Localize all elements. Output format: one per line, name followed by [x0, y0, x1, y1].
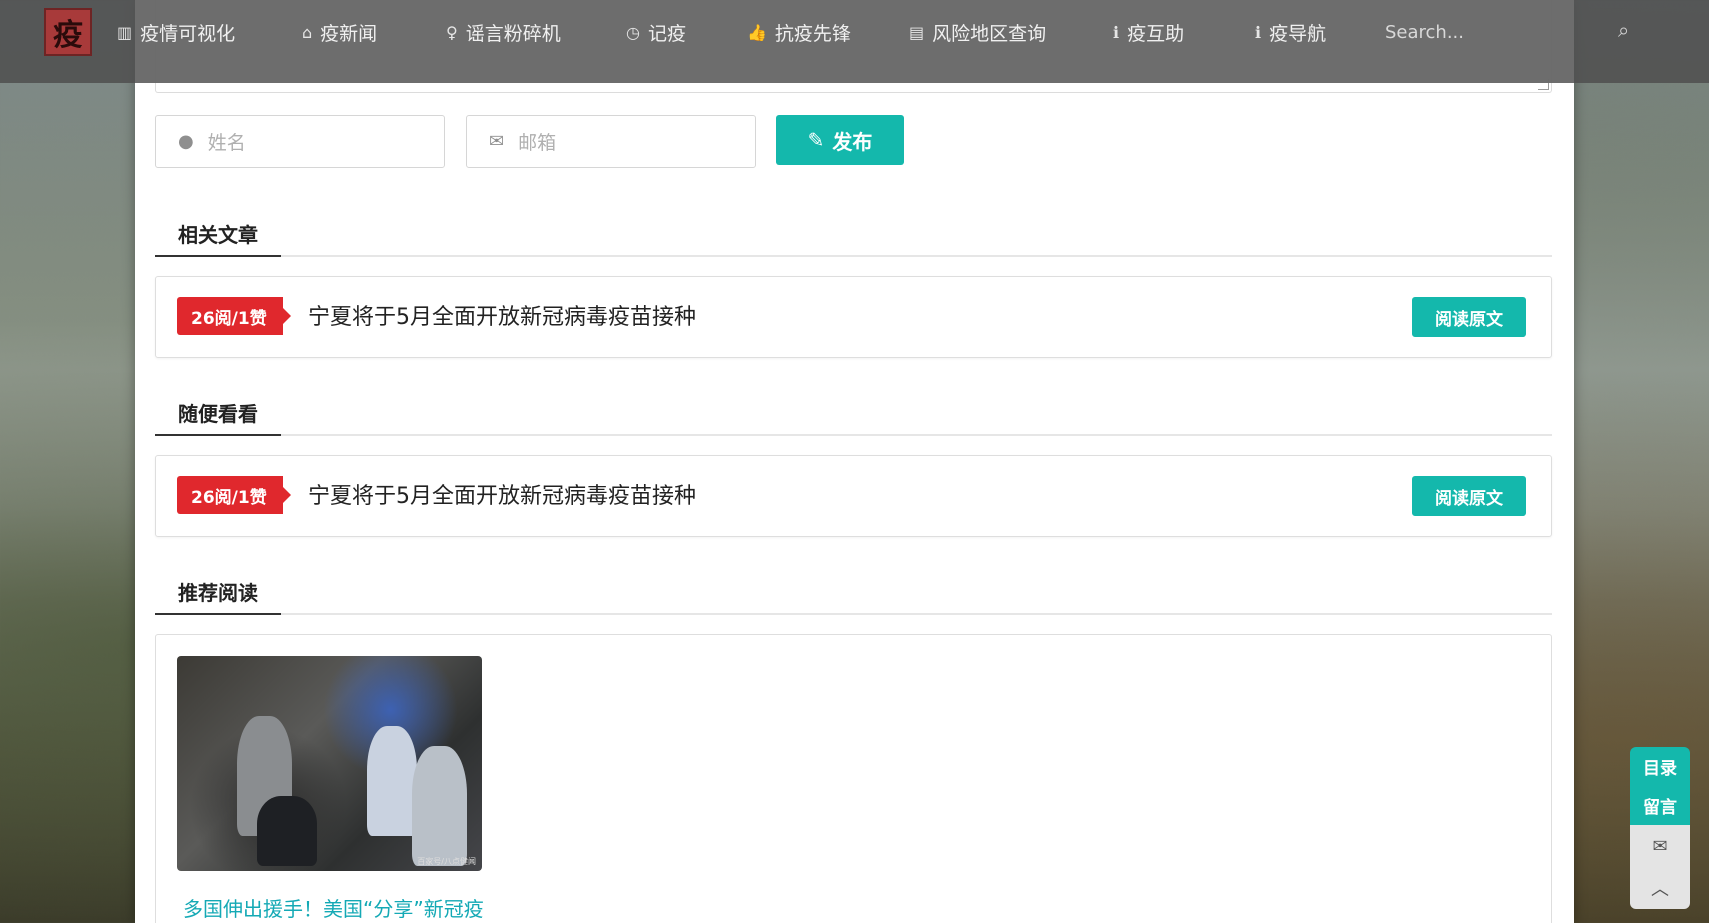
related-articles-header: 相关文章 [155, 209, 1552, 257]
email-placeholder: 邮箱 [518, 132, 557, 154]
site-logo[interactable]: 疫 [44, 8, 92, 56]
nav-label: 风险地区查询 [932, 22, 1047, 45]
related-article-card: 26阅/1赞 宁夏将于5月全面开放新冠病毒疫苗接种 阅读原文 [155, 276, 1552, 358]
recommended-header: 推荐阅读 [155, 567, 1552, 615]
back-to-top-icon[interactable]: ︿ [1630, 867, 1690, 909]
wechat-icon[interactable]: ✉ [1630, 825, 1690, 867]
top-navbar: 疫 ▥ 疫情可视化 ⌂ 疫新闻 ♀ 谣言粉碎机 ◷ 记疫 👍 抗疫先锋 ▤ 风险… [0, 0, 1709, 83]
bar-chart-icon: ▥ [117, 22, 133, 42]
nav-label: 疫互助 [1127, 22, 1185, 45]
email-field[interactable]: ✉ 邮箱 [466, 115, 756, 168]
read-original-button[interactable]: 阅读原文 [1412, 476, 1526, 516]
nav-item-heroes[interactable]: 👍 抗疫先锋 [747, 18, 851, 46]
main-content: ● 姓名 ✉ 邮箱 ✎ 发布 相关文章 26阅/1赞 宁夏将于5月全面开放新冠病… [135, 0, 1574, 923]
section-title: 推荐阅读 [178, 581, 258, 605]
search-input[interactable]: Search... [1385, 18, 1625, 46]
image-watermark: 百家号/八点健闻 [417, 857, 476, 866]
section-title: 随便看看 [178, 402, 258, 426]
nav-label: 疫情可视化 [140, 22, 236, 45]
nav-item-mutual-aid[interactable]: ℹ 疫互助 [1113, 18, 1184, 46]
nav-label: 记疫 [647, 22, 686, 45]
info-icon: ℹ [1113, 22, 1120, 42]
comment-button[interactable]: 留言 [1630, 786, 1690, 825]
nav-label: 抗疫先锋 [774, 22, 851, 45]
name-field[interactable]: ● 姓名 [155, 115, 445, 168]
views-likes-badge: 26阅/1赞 [177, 476, 291, 514]
nav-label: 疫新闻 [320, 22, 378, 45]
home-icon: ⌂ [302, 22, 313, 42]
recommended-title-link[interactable]: 多国伸出援手！美国“分享”新冠疫 [183, 893, 484, 922]
nav-item-rumor-buster[interactable]: ♀ 谣言粉碎机 [446, 18, 561, 46]
nav-item-diary[interactable]: ◷ 记疫 [626, 18, 686, 46]
article-title[interactable]: 宁夏将于5月全面开放新冠病毒疫苗接种 [308, 299, 696, 331]
random-article-card: 26阅/1赞 宁夏将于5月全面开放新冠病毒疫苗接种 阅读原文 [155, 455, 1552, 537]
side-toolbar: 目录 留言 ✉ ︿ [1630, 747, 1690, 909]
recommended-thumbnail[interactable]: 百家号/八点健闻 [177, 656, 482, 871]
views-likes-badge: 26阅/1赞 [177, 297, 291, 335]
thumbnail-figure [412, 746, 467, 866]
section-underline [155, 434, 281, 436]
user-icon: ● [178, 131, 194, 152]
search-icon[interactable]: ⌕ [1618, 18, 1629, 42]
toc-button[interactable]: 目录 [1630, 747, 1690, 786]
nav-item-news[interactable]: ⌂ 疫新闻 [302, 18, 377, 46]
info-icon: ℹ [1255, 22, 1262, 42]
section-underline [155, 255, 281, 257]
nav-label: 谣言粉碎机 [465, 22, 561, 45]
thumbnail-figure [257, 796, 317, 866]
thumbnail-figure [367, 726, 417, 836]
envelope-icon: ✉ [489, 131, 505, 152]
nav-item-risk-query[interactable]: ▤ 风险地区查询 [909, 18, 1046, 46]
publish-label: 发布 [832, 129, 873, 154]
nav-item-visualization[interactable]: ▥ 疫情可视化 [117, 18, 235, 46]
section-title: 相关文章 [178, 223, 258, 247]
edit-icon: ✎ [807, 128, 825, 152]
name-placeholder: 姓名 [207, 132, 246, 154]
clock-icon: ◷ [626, 22, 640, 42]
nav-label: 疫导航 [1269, 22, 1327, 45]
book-icon: ▤ [909, 22, 925, 42]
read-original-button[interactable]: 阅读原文 [1412, 297, 1526, 337]
random-articles-header: 随便看看 [155, 388, 1552, 436]
recommended-card: 百家号/八点健闻 多国伸出援手！美国“分享”新冠疫 [155, 634, 1552, 923]
section-underline [155, 613, 281, 615]
lightbulb-icon: ♀ [446, 22, 458, 42]
publish-button[interactable]: ✎ 发布 [776, 115, 904, 165]
nav-item-navigation[interactable]: ℹ 疫导航 [1255, 18, 1326, 46]
thumbs-up-icon: 👍 [747, 22, 767, 42]
article-title[interactable]: 宁夏将于5月全面开放新冠病毒疫苗接种 [308, 478, 696, 510]
